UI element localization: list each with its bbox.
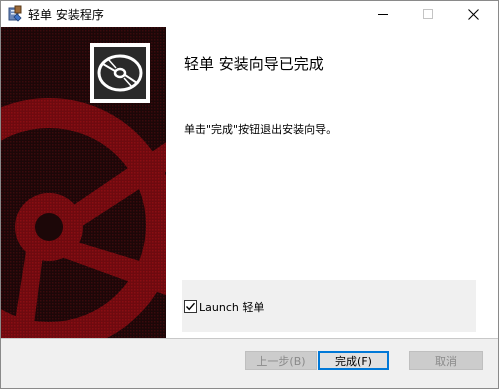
page-title: 轻单 安装向导已完成 [184,55,324,73]
back-button[interactable]: 上一步(B) [245,351,317,370]
installer-window: 轻单 安装程序 轻单 安装向导已完成 单击"完成"按钮退出安装向导。 Launc… [0,0,499,389]
close-button[interactable] [451,1,496,27]
window-title: 轻单 安装程序 [28,8,104,22]
maximize-icon [422,9,433,19]
finish-button[interactable]: 完成(F) [318,351,389,370]
launch-panel: Launch 轻单 [182,280,476,332]
footer-divider [1,338,498,339]
checkmark-icon [185,302,196,311]
installer-app-icon [7,5,23,22]
wizard-banner [1,27,166,338]
logo-frame [90,43,150,103]
cancel-button[interactable]: 取消 [409,351,483,370]
maximize-button[interactable] [405,1,450,27]
wizard-content: 轻单 安装向导已完成 单击"完成"按钮退出安装向导。 Launch 轻单 [166,27,498,338]
minimize-button[interactable] [360,1,405,27]
logo-background [94,47,146,99]
minimize-icon [377,14,388,15]
launch-checkbox-label[interactable]: Launch 轻单 [199,299,264,315]
finish-description: 单击"完成"按钮退出安装向导。 [184,123,338,136]
launch-checkbox[interactable] [184,300,197,313]
title-bar[interactable]: 轻单 安装程序 [1,1,498,27]
disc-icon [97,54,143,92]
close-icon [468,8,479,20]
